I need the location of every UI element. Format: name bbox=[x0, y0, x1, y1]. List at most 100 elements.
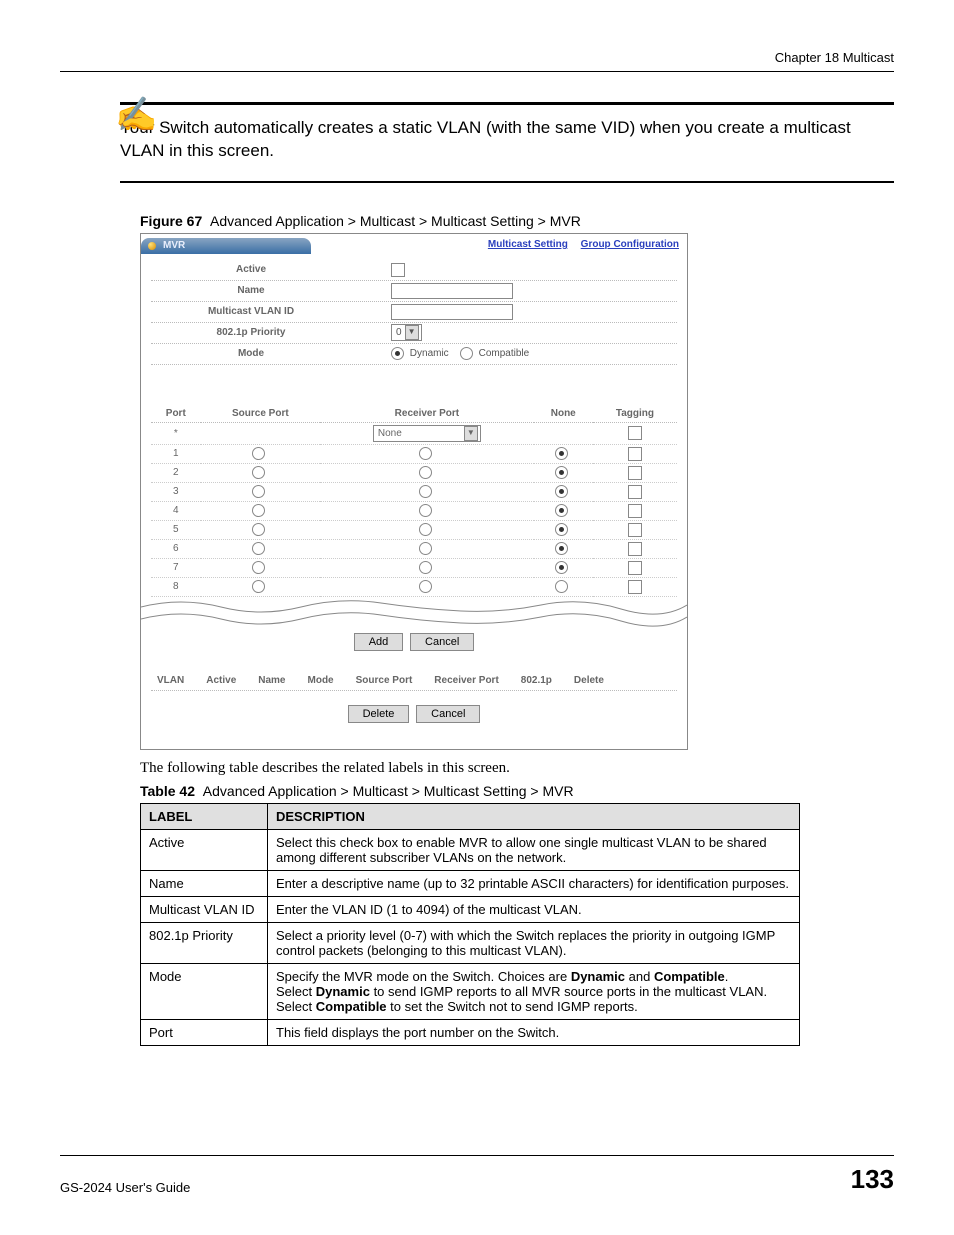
none-radio[interactable] bbox=[555, 523, 568, 536]
sum-vlan: VLAN bbox=[157, 675, 184, 686]
sum-8021p: 802.1p bbox=[521, 675, 552, 686]
name-input[interactable] bbox=[391, 283, 513, 299]
table-label: Table 42 bbox=[140, 783, 195, 799]
note-icon: ✍ bbox=[115, 98, 157, 132]
mode-t6: Select bbox=[276, 999, 316, 1014]
th-receiver: Receiver Port bbox=[320, 405, 534, 423]
dropdown-arrow-icon: ▼ bbox=[405, 325, 419, 340]
screenshot: MVR Multicast Setting Group Configuratio… bbox=[140, 233, 688, 750]
def-desc-mode: Specify the MVR mode on the Switch. Choi… bbox=[268, 963, 800, 1019]
tagging-checkbox[interactable] bbox=[628, 447, 642, 461]
port-num: 2 bbox=[151, 463, 201, 482]
def-label: Active bbox=[141, 829, 268, 870]
th-desc: DESCRIPTION bbox=[268, 803, 800, 829]
mvr-tab-label: MVR bbox=[163, 240, 185, 251]
source-radio[interactable] bbox=[252, 504, 265, 517]
dropdown-arrow-icon: ▼ bbox=[464, 426, 478, 441]
star-select[interactable]: None ▼ bbox=[373, 425, 481, 442]
source-radio[interactable] bbox=[252, 542, 265, 555]
tagging-checkbox[interactable] bbox=[628, 485, 642, 499]
delete-cancel-buttons: Delete Cancel bbox=[151, 705, 677, 723]
receiver-radio[interactable] bbox=[419, 523, 432, 536]
port-table-star-row: * None ▼ bbox=[151, 422, 677, 444]
port-num: 4 bbox=[151, 501, 201, 520]
receiver-radio[interactable] bbox=[419, 447, 432, 460]
def-desc: Select this check box to enable MVR to a… bbox=[268, 829, 800, 870]
tagging-checkbox[interactable] bbox=[628, 542, 642, 556]
port-num: 8 bbox=[151, 577, 201, 596]
none-radio[interactable] bbox=[555, 580, 568, 593]
def-row: Active Select this check box to enable M… bbox=[141, 829, 800, 870]
port-num: 7 bbox=[151, 558, 201, 577]
link-multicast-setting[interactable]: Multicast Setting bbox=[488, 239, 568, 250]
mode-compatible-radio[interactable] bbox=[460, 347, 473, 360]
receiver-radio[interactable] bbox=[419, 561, 432, 574]
source-radio[interactable] bbox=[252, 580, 265, 593]
receiver-radio[interactable] bbox=[419, 466, 432, 479]
screenshot-links: Multicast Setting Group Configuration bbox=[478, 239, 679, 250]
cancel-button-2[interactable]: Cancel bbox=[416, 705, 480, 723]
receiver-radio[interactable] bbox=[419, 580, 432, 593]
none-radio[interactable] bbox=[555, 466, 568, 479]
mode-dynamic-label: Dynamic bbox=[410, 349, 449, 360]
tagging-checkbox[interactable] bbox=[628, 580, 642, 594]
mode-t5: to send IGMP reports to all MVR source p… bbox=[370, 984, 767, 999]
tagging-checkbox[interactable] bbox=[628, 466, 642, 480]
cancel-button[interactable]: Cancel bbox=[410, 633, 474, 651]
th-tagging: Tagging bbox=[593, 405, 677, 423]
def-label: 802.1p Priority bbox=[141, 922, 268, 963]
sum-delete: Delete bbox=[574, 675, 604, 686]
figure-caption: Figure 67 Advanced Application > Multica… bbox=[140, 213, 894, 229]
source-radio[interactable] bbox=[252, 466, 265, 479]
def-desc: Enter a descriptive name (up to 32 print… bbox=[268, 870, 800, 896]
delete-button[interactable]: Delete bbox=[348, 705, 410, 723]
none-radio[interactable] bbox=[555, 447, 568, 460]
note-rule-bot bbox=[120, 181, 894, 183]
port-row: 7 bbox=[151, 558, 677, 577]
port-row: 5 bbox=[151, 520, 677, 539]
def-label: Multicast VLAN ID bbox=[141, 896, 268, 922]
mode-b3: Dynamic bbox=[316, 984, 370, 999]
active-checkbox[interactable] bbox=[391, 263, 405, 277]
receiver-radio[interactable] bbox=[419, 542, 432, 555]
mode-t1: Specify the MVR mode on the Switch. Choi… bbox=[276, 969, 571, 984]
star-cell: * bbox=[151, 422, 201, 444]
link-group-configuration[interactable]: Group Configuration bbox=[581, 239, 679, 250]
tagging-checkbox[interactable] bbox=[628, 561, 642, 575]
source-radio[interactable] bbox=[252, 485, 265, 498]
def-row: 802.1p Priority Select a priority level … bbox=[141, 922, 800, 963]
none-radio[interactable] bbox=[555, 504, 568, 517]
note-rule-top bbox=[120, 102, 894, 111]
def-table-header: LABEL DESCRIPTION bbox=[141, 803, 800, 829]
source-radio[interactable] bbox=[252, 561, 265, 574]
none-radio[interactable] bbox=[555, 561, 568, 574]
def-row: Port This field displays the port number… bbox=[141, 1019, 800, 1045]
tab-dot-icon bbox=[148, 242, 156, 250]
receiver-radio[interactable] bbox=[419, 485, 432, 498]
source-radio[interactable] bbox=[252, 447, 265, 460]
none-radio[interactable] bbox=[555, 485, 568, 498]
receiver-radio[interactable] bbox=[419, 504, 432, 517]
definition-table: LABEL DESCRIPTION Active Select this che… bbox=[140, 803, 800, 1046]
row-vlan-id: Multicast VLAN ID bbox=[151, 302, 677, 323]
figure-caption-text: Advanced Application > Multicast > Multi… bbox=[210, 213, 581, 229]
port-table-header: Port Source Port Receiver Port None Tagg… bbox=[151, 405, 677, 423]
priority-select[interactable]: 0 ▼ bbox=[391, 324, 422, 341]
source-radio[interactable] bbox=[252, 523, 265, 536]
star-tagging-checkbox[interactable] bbox=[628, 426, 642, 440]
sum-active: Active bbox=[206, 675, 236, 686]
port-num: 3 bbox=[151, 482, 201, 501]
sum-source: Source Port bbox=[356, 675, 413, 686]
tagging-checkbox[interactable] bbox=[628, 504, 642, 518]
def-label: Mode bbox=[141, 963, 268, 1019]
priority-value: 0 bbox=[396, 327, 402, 338]
top-rule bbox=[60, 71, 894, 72]
add-button[interactable]: Add bbox=[354, 633, 404, 651]
note-text: Your Switch automatically creates a stat… bbox=[120, 117, 894, 163]
none-radio[interactable] bbox=[555, 542, 568, 555]
th-none: None bbox=[534, 405, 593, 423]
tagging-checkbox[interactable] bbox=[628, 523, 642, 537]
vlan-id-input[interactable] bbox=[391, 304, 513, 320]
mode-dynamic-radio[interactable] bbox=[391, 347, 404, 360]
star-select-value: None bbox=[378, 428, 402, 439]
